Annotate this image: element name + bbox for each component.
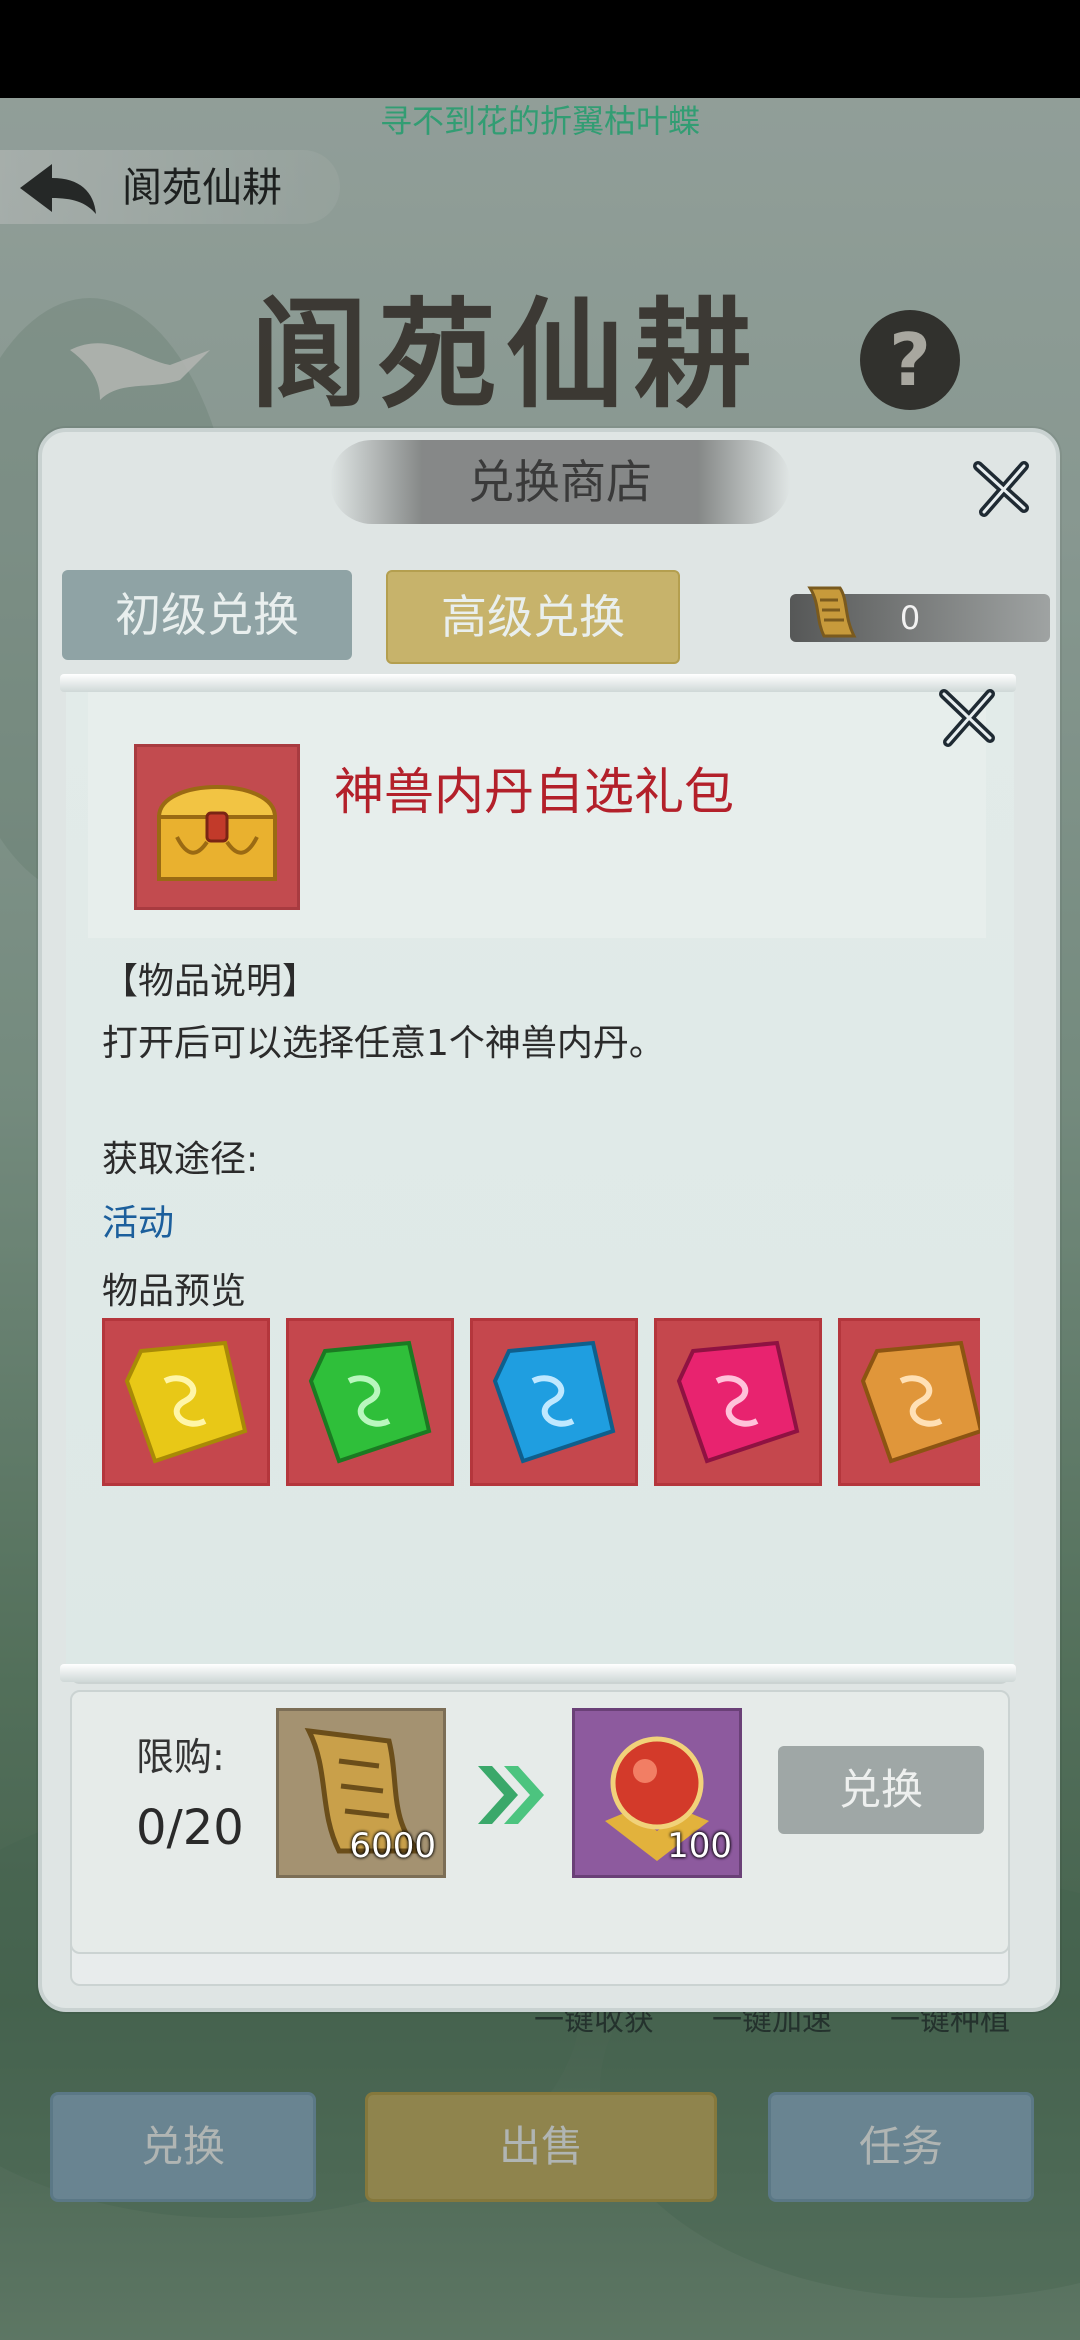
description-header: 【物品说明】 (102, 961, 319, 1002)
cost-amount: 6000 (349, 1826, 436, 1866)
blue-gem-icon (492, 1340, 616, 1464)
source-link[interactable]: 活动 (102, 1194, 174, 1246)
shop-title: 兑换商店 (468, 455, 652, 509)
tab-advanced-exchange[interactable]: 高级兑换 (386, 570, 680, 664)
preview-gem-list (100, 1314, 980, 1486)
row-exchange-button[interactable]: 兑换 (778, 1746, 984, 1834)
pink-gem-icon (676, 1340, 800, 1464)
treasure-chest-icon (156, 785, 278, 881)
orange-gem-icon (860, 1340, 980, 1464)
reward-amount: 100 (667, 1826, 732, 1866)
preview-gem-slot[interactable] (470, 1318, 638, 1486)
item-name: 神兽内丹自选礼包 (334, 763, 734, 821)
preview-header: 物品预览 (102, 1271, 247, 1312)
scroll-token-icon (807, 586, 857, 638)
tab-basic-exchange[interactable]: 初级兑换 (62, 570, 352, 660)
scroll-rod-bottom (60, 1664, 1016, 1682)
double-chevron-right-icon (478, 1766, 544, 1824)
currency-value: 0 (899, 599, 921, 637)
status-bar (0, 0, 1080, 98)
source-header: 获取途径: (102, 1139, 259, 1180)
purchase-limit-label: 限购: (136, 1735, 225, 1779)
green-gem-icon (308, 1340, 432, 1464)
preview-gem-slot[interactable] (838, 1318, 980, 1486)
preview-gem-slot[interactable] (654, 1318, 822, 1486)
scroll-rod-top (60, 674, 1016, 692)
preview-gem-slot[interactable] (286, 1318, 454, 1486)
item-icon-frame (134, 744, 300, 910)
popup-close-icon[interactable] (934, 684, 1000, 750)
description-text: 打开后可以选择任意1个神兽内丹。 (102, 1023, 665, 1064)
preview-gem-slot[interactable] (102, 1318, 270, 1486)
close-icon[interactable] (970, 456, 1034, 520)
purchase-limit-value: 0/20 (136, 1800, 244, 1856)
yellow-gem-icon (124, 1340, 248, 1464)
